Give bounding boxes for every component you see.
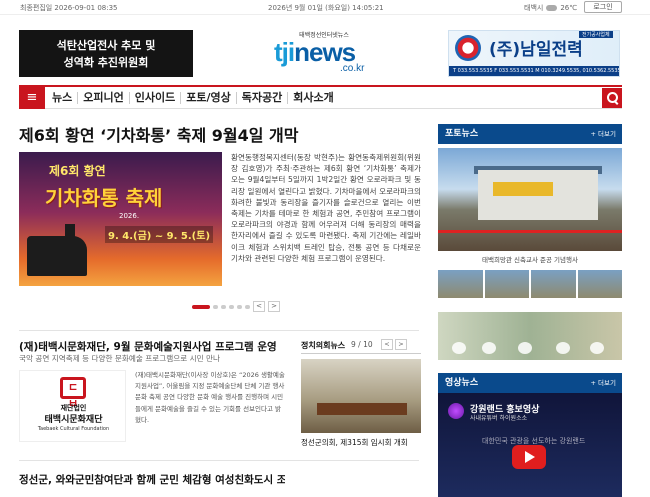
nav-item-opinion[interactable]: 오피니언 [78,92,130,104]
cloud-icon [546,5,558,11]
section-divider [19,330,419,331]
article-body[interactable]: (재)태백시문화재단(이사장 이상호)은 “2026 생활예술지원사업”, 어울… [135,370,285,442]
namil-power-banner-ad[interactable]: 전기공사업체 (주)남일전력 T 033.553.5535 F 033.553.… [448,30,620,77]
flower-shape [482,342,496,354]
ad-phone-numbers: T 033.553.5535 F 033.553.5531 M 010.3249… [449,66,619,76]
nav-item-reader-space[interactable]: 독자공간 [237,92,289,104]
council-desk-shape [317,403,407,415]
ad-tag: 전기공사업체 [579,31,613,38]
ad-company-name: (주)남일전력 [489,40,583,60]
memorial-ad-line1: 석탄산업전사 추모 및 [56,39,156,52]
weather-temperature: 26℃ [560,4,578,12]
hamburger-menu-icon[interactable]: ≡ [19,87,45,109]
article-title[interactable]: 정선군, 와와군민참여단과 함께 군민 체감형 여성친화도시 조성 [19,472,285,487]
top-bar: 최종편집일 2026-09-01 08:35 2026년 9월 01일 (화요일… [0,0,650,15]
council-session-image[interactable] [301,359,421,433]
photo-thumbnail[interactable] [531,270,576,298]
video-news-header: 영상뉴스 + 더보기 [438,373,622,393]
photo-news-thumbnails [438,270,622,298]
politics-news-header: 정치의회뉴스 9 / 10 < > [301,339,421,354]
flower-shape [556,342,570,354]
photo-news-caption[interactable]: 태백희망관 신축교사 준공 기념행사 [438,254,622,264]
poster-year: 2026. [119,212,140,220]
weather-widget: 태백시 26℃ [524,3,577,13]
video-news-title: 영상뉴스 [445,378,479,388]
nav-item-news[interactable]: 뉴스 [47,92,79,104]
slider-dot[interactable] [229,304,234,309]
video-news-player[interactable]: 강원랜드 홍보영상 사내유튜버 하이원소소 대한민국 관광을 선도하는 강원랜드 [438,393,622,497]
headline-article-body[interactable]: 황연동행정복지센터(동장 박현주)는 황연동축제위원회(위원장 김호영)가 주최… [231,152,421,286]
steam-train-shape [27,236,87,276]
video-news-more-link[interactable]: + 더보기 [591,373,616,393]
politics-news-caption[interactable]: 정선군의회, 제315회 임시회 개회 [301,437,421,448]
last-updated-text: 최종편집일 2026-09-01 08:35 [20,4,118,12]
current-date-text: 2026년 9월 01일 (화요일) 14:05:21 [268,4,384,12]
memorial-ad-line2: 성역화 추진위원회 [63,56,149,69]
login-button[interactable]: 로그인 [584,1,622,13]
slider-dot-active[interactable] [192,304,210,309]
site-logo[interactable]: 태백정선인터넷뉴스 tjinews .co.kr [272,30,376,74]
slider-next-button[interactable]: > [268,301,280,312]
poster-title-line1: 제6회 황연 [49,164,106,178]
foundation-mark-icon: ㄷㅂ [60,377,86,410]
slider-dot[interactable] [213,304,218,309]
slider-dot[interactable] [237,304,242,309]
memorial-banner-ad[interactable]: 석탄산업전사 추모 및 성역화 추진위원회 [19,30,193,77]
slider-prev-button[interactable]: < [253,301,265,312]
politics-next-button[interactable]: > [395,339,407,350]
main-navigation: ≡ 뉴스 오피니언 인사이드 포토/영상 독자공간 회사소개 [19,85,622,109]
flower-banner-image[interactable] [438,312,622,360]
video-channel-subtitle: 사내유튜버 하이원소소 [470,415,528,422]
photo-thumbnail[interactable] [484,270,529,298]
section-divider [19,460,419,461]
photo-thumbnail[interactable] [577,270,622,298]
nav-item-company[interactable]: 회사소개 [288,92,338,104]
photo-news-title: 포토뉴스 [445,129,479,139]
poster-title-line2: 기차화통 축제 [45,186,163,210]
main-headline[interactable]: 제6회 황연 ‘기차화통’ 축제 9월4일 개막 [19,122,299,146]
foundation-logo-english: Taebaek Cultural Foundation [37,426,110,432]
logo-wordmark-a: tji [274,37,295,67]
channel-logo-icon [448,403,464,419]
play-button-icon[interactable] [512,445,546,469]
festival-poster-image[interactable]: 제6회 황연 기차화통 축제 2026. 9. 4.(금) ~ 9. 5.(토) [19,152,222,286]
search-icon[interactable] [602,88,622,108]
politics-prev-button[interactable]: < [381,339,393,350]
photo-news-main-image[interactable] [438,148,622,251]
slider-pagination: < > [192,301,280,312]
company-emblem-icon [455,35,481,61]
flower-shape [590,342,604,354]
photo-news-header: 포토뉴스 + 더보기 [438,124,622,144]
flower-shape [452,342,466,354]
slider-dot[interactable] [245,304,250,309]
nav-item-inside[interactable]: 인사이드 [130,92,182,104]
foundation-logo-line2: 태백시문화재단 [44,415,103,425]
politics-news-title: 정치의회뉴스 [301,341,346,350]
politics-page-indicator: 9 / 10 [351,340,373,349]
cultural-foundation-logo[interactable]: ㄷㅂ 재단법인 태백시문화재단 Taebaek Cultural Foundat… [19,370,126,442]
nav-menu-list: 뉴스 오피니언 인사이드 포토/영상 독자공간 회사소개 [47,87,339,109]
article-summary: 국악 공연 지역축제 등 다양한 문화예술 프로그램으로 시민 만나 [19,354,220,363]
nav-item-photo-video[interactable]: 포토/영상 [181,92,237,104]
weather-location: 태백시 [524,4,544,12]
flower-shape [518,342,532,354]
slider-dot[interactable] [221,304,226,309]
logo-domain: .co.kr [340,63,365,74]
photo-thumbnail[interactable] [438,270,483,298]
article-title[interactable]: (재)태백시문화재단, 9월 문화예술지원사업 프로그램 운영 [19,339,285,354]
ribbon-shape [438,230,622,233]
poster-dates: 9. 4.(금) ~ 9. 5.(토) [105,226,214,243]
building-sign-shape [493,182,553,196]
photo-news-more-link[interactable]: + 더보기 [591,124,616,144]
